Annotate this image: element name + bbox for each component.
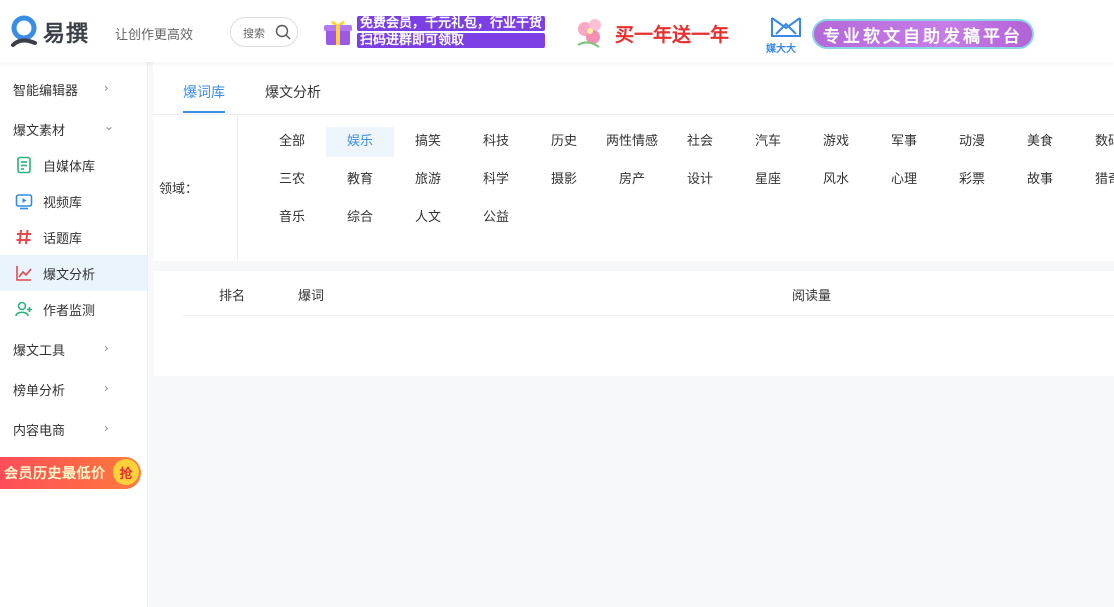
column-header-hot-word[interactable]: 爆词 <box>298 285 324 304</box>
hot-words-table: 排名 爆词 阅读量 <box>153 271 1114 376</box>
logo[interactable]: 易撰 <box>9 14 89 50</box>
category-option[interactable]: 音乐 <box>258 203 326 233</box>
banner1-line2: 扫码进群即可领取 <box>357 33 546 48</box>
category-option[interactable]: 汽车 <box>734 127 802 157</box>
category-option[interactable]: 猎奇 <box>1074 165 1114 195</box>
hashtag-icon <box>16 229 31 245</box>
chevron-right-icon: › <box>104 421 109 435</box>
sidebar-item-label: 爆文素材 <box>13 123 66 139</box>
sidebar-item-video-library[interactable]: 视频库 <box>0 183 147 219</box>
sidebar-item-topic-library[interactable]: 话题库 <box>0 219 147 255</box>
sidebar-item-content-ecommerce[interactable]: 内容电商 › <box>0 411 147 447</box>
sidebar-item-label: 榜单分析 <box>13 383 66 399</box>
chevron-down-icon: ⌄ <box>104 119 115 133</box>
category-option[interactable]: 旅游 <box>394 165 462 195</box>
active-tab-indicator <box>183 111 225 113</box>
banner-buy-one-year[interactable]: 买一年送一年 <box>573 14 733 52</box>
sidebar-item-label: 视频库 <box>43 195 83 211</box>
promo-text: 会员历史最低价 <box>4 466 106 482</box>
chevron-right-icon: › <box>104 381 109 395</box>
sidebar-item-label: 话题库 <box>43 231 83 247</box>
top-header: 易撰 让创作更高效 搜索 免费会员，千元礼包，行业干货 扫码进群即可领取 买一年 <box>0 0 1114 62</box>
category-option[interactable]: 摄影 <box>530 165 598 195</box>
tab-hot-words[interactable]: 爆词库 <box>183 82 225 102</box>
category-option[interactable]: 房产 <box>598 165 666 195</box>
category-option[interactable]: 数码 <box>1074 127 1114 157</box>
tab-hot-article-analysis[interactable]: 爆文分析 <box>265 82 321 102</box>
category-option[interactable]: 娱乐 <box>326 127 394 157</box>
category-option[interactable]: 人文 <box>394 203 462 233</box>
meidada-logo: 媒大大 <box>766 14 806 55</box>
sidebar-item-label: 爆文分析 <box>43 267 96 283</box>
sidebar-item-label: 爆文工具 <box>13 343 66 359</box>
gift-icon <box>324 21 352 45</box>
category-option[interactable]: 历史 <box>530 127 598 157</box>
banner-meidada[interactable]: 媒大大 专业软文自助发稿平台 <box>766 13 1036 55</box>
add-user-icon <box>15 301 32 317</box>
slogan: 让创作更高效 <box>115 28 194 43</box>
category-option[interactable]: 军事 <box>870 127 938 157</box>
search-icon[interactable] <box>275 24 291 40</box>
category-option[interactable]: 全部 <box>258 127 326 157</box>
banner3-text: 专业软文自助发稿平台 <box>823 26 1023 47</box>
category-option[interactable]: 游戏 <box>802 127 870 157</box>
category-option[interactable]: 风水 <box>802 165 870 195</box>
video-icon <box>15 194 33 210</box>
filter-label: 领域： <box>159 182 199 197</box>
logo-text: 易撰 <box>43 22 90 47</box>
category-option[interactable]: 彩票 <box>938 165 1006 195</box>
banner2-text: 买一年送一年 <box>615 23 730 46</box>
banner3-pill: 专业软文自助发稿平台 <box>812 19 1034 49</box>
promo-banner[interactable]: 会员历史最低价 抢 <box>0 457 141 489</box>
line-chart-icon <box>16 266 32 281</box>
header-divider <box>183 315 1114 316</box>
search-box[interactable]: 搜索 <box>230 17 298 47</box>
category-option[interactable]: 综合 <box>326 203 394 233</box>
category-option[interactable]: 设计 <box>666 165 734 195</box>
category-option[interactable]: 科技 <box>462 127 530 157</box>
domain-filter: 领域： 全部娱乐搞笑科技历史两性情感社会汽车游戏军事动漫美食数码三农教育旅游科学… <box>153 115 1114 261</box>
banner1-line1: 免费会员，千元礼包，行业干货 <box>357 16 546 31</box>
search-placeholder: 搜索 <box>243 27 265 40</box>
banner-free-membership[interactable]: 免费会员，千元礼包，行业干货 扫码进群即可领取 <box>323 14 551 50</box>
category-option[interactable]: 故事 <box>1006 165 1074 195</box>
sidebar-item-ranking-analysis[interactable]: 榜单分析 › <box>0 371 147 407</box>
sidebar-item-smart-editor[interactable]: 智能编辑器 › <box>0 71 147 107</box>
chevron-right-icon: › <box>104 81 109 95</box>
category-option[interactable]: 公益 <box>462 203 530 233</box>
filter-divider <box>237 115 238 261</box>
promo-badge: 抢 <box>113 459 139 485</box>
logo-icon <box>9 15 39 49</box>
sidebar-item-label: 作者监测 <box>43 303 96 319</box>
column-header-rank[interactable]: 排名 <box>219 285 245 304</box>
flower-icon <box>577 19 601 48</box>
sidebar-item-hot-tools[interactable]: 爆文工具 › <box>0 331 147 367</box>
meidada-brand: 媒大大 <box>766 44 796 55</box>
sidebar-item-author-monitor[interactable]: 作者监测 <box>0 291 147 327</box>
category-option[interactable]: 科学 <box>462 165 530 195</box>
sidebar-item-hot-material[interactable]: 爆文素材 ⌄ <box>0 111 147 147</box>
category-option[interactable]: 美食 <box>1006 127 1074 157</box>
category-option[interactable]: 动漫 <box>938 127 1006 157</box>
chevron-right-icon: › <box>104 341 109 355</box>
tab-bar: 爆词库 爆文分析 <box>153 62 1114 115</box>
sidebar-item-media-library[interactable]: 自媒体库 <box>0 147 147 183</box>
category-option[interactable]: 星座 <box>734 165 802 195</box>
category-option[interactable]: 搞笑 <box>394 127 462 157</box>
document-icon <box>17 156 31 174</box>
sidebar-item-label: 内容电商 <box>13 423 66 439</box>
sidebar-item-hot-analysis[interactable]: 爆文分析 <box>0 255 147 291</box>
sidebar-item-label: 智能编辑器 <box>13 83 79 99</box>
category-option[interactable]: 两性情感 <box>598 127 666 157</box>
category-option[interactable]: 三农 <box>258 165 326 195</box>
category-option[interactable]: 心理 <box>870 165 938 195</box>
sidebar: 智能编辑器 › 爆文素材 ⌄ 自媒体库 视频库 话题库 爆文分析 作者监测 爆文… <box>0 62 148 607</box>
column-header-read-count[interactable]: 阅读量 <box>792 285 831 304</box>
sidebar-item-label: 自媒体库 <box>43 159 96 175</box>
category-option[interactable]: 教育 <box>326 165 394 195</box>
category-option[interactable]: 社会 <box>666 127 734 157</box>
